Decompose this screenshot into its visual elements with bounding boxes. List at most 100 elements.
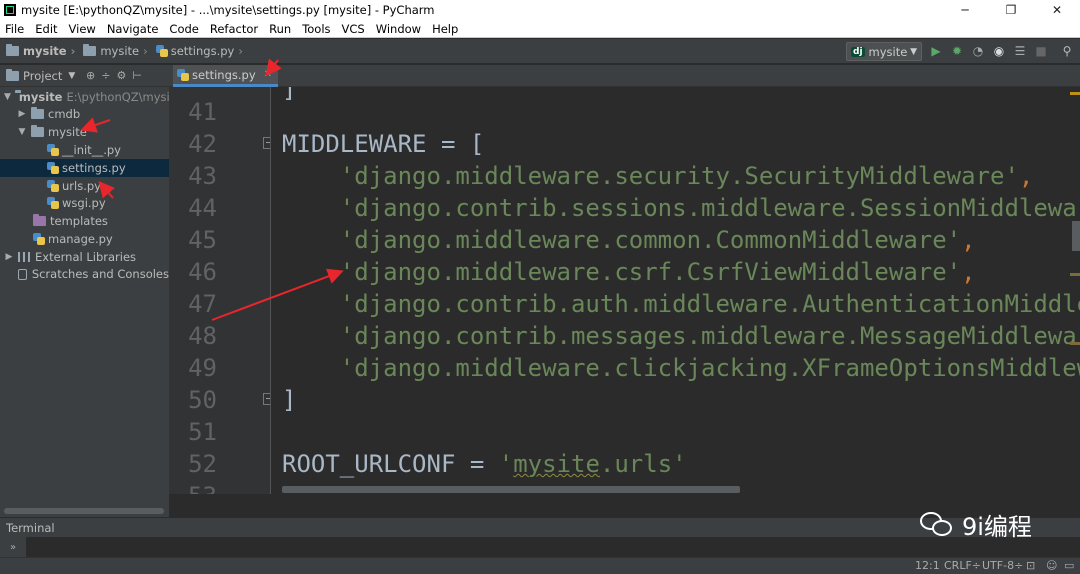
run-icon[interactable]: ▶ (929, 44, 943, 58)
code-line: ] (282, 87, 297, 103)
maximize-button[interactable]: ❐ (988, 0, 1034, 20)
event-log-icon[interactable]: ▭ (1064, 559, 1074, 572)
code-line: 'django.middleware.common.CommonMiddlewa… (282, 226, 976, 254)
tree-item-label: mysite (18, 90, 63, 104)
close-icon[interactable]: ✕ (264, 69, 272, 80)
tree-item-cmdb[interactable]: ▶ cmdb (0, 105, 169, 123)
fold-toggle-icon[interactable] (263, 393, 270, 405)
folder-icon (31, 107, 44, 119)
chevron-right-icon: › (70, 44, 76, 58)
tree-item-project-root[interactable]: ▼ mysite E:\pythonQZ\mysite (0, 88, 169, 106)
tab-settings[interactable]: settings.py ✕ (173, 65, 279, 87)
warning-marker[interactable] (1070, 92, 1080, 95)
search-icon[interactable]: ⚲ (1060, 44, 1074, 58)
chevron-right-icon: › (238, 44, 243, 58)
line-number: 49 (188, 354, 217, 382)
project-label: Project (23, 68, 63, 83)
fold-toggle-icon[interactable] (263, 137, 270, 149)
menu-refactor[interactable]: Refactor (205, 22, 264, 36)
templates-folder-icon (33, 214, 46, 226)
folder-icon (6, 44, 19, 56)
minimize-button[interactable]: ─ (942, 0, 988, 20)
tree-item-urls[interactable]: urls.py (0, 177, 169, 195)
folder-icon (83, 44, 97, 56)
wechat-logo-icon (920, 510, 954, 538)
project-tree: ▼ mysite E:\pythonQZ\mysite ▶ cmdb ▼ mys… (0, 87, 169, 505)
breadcrumb-label: settings.py (170, 44, 235, 58)
code-editor[interactable]: ] MIDDLEWARE = [ 'django.middleware.secu… (272, 87, 1080, 494)
run-configuration-select[interactable]: dj mysite ▼ (846, 42, 922, 61)
line-separator-select[interactable]: CRLF÷ (944, 559, 981, 572)
line-number: 53 (169, 482, 217, 494)
python-file-icon (155, 45, 168, 57)
tree-item-label: urls.py (62, 179, 101, 193)
lock-icon[interactable]: ⊡ (1026, 559, 1035, 572)
tree-item-scratches[interactable]: Scratches and Consoles (0, 265, 169, 283)
tree-item-label: cmdb (48, 107, 81, 121)
editor-vertical-scrollbar[interactable] (1072, 221, 1080, 251)
tree-item-settings[interactable]: settings.py (0, 159, 169, 177)
editor-horizontal-scrollbar[interactable] (282, 486, 740, 493)
build-icon[interactable]: ☰ (1013, 44, 1027, 58)
menu-help[interactable]: Help (427, 22, 464, 36)
debug-icon[interactable]: ✹ (950, 44, 964, 58)
menu-edit[interactable]: Edit (30, 22, 63, 36)
line-number: 50 (188, 386, 217, 414)
warning-marker[interactable] (1070, 342, 1080, 345)
terminal-panel-header: Terminal (0, 517, 1080, 537)
code-line: 'django.middleware.security.SecurityMidd… (282, 162, 1034, 190)
line-number: 48 (188, 322, 217, 350)
warning-marker[interactable] (1070, 273, 1080, 276)
tree-item-label: settings.py (62, 161, 126, 175)
menu-window[interactable]: Window (371, 22, 427, 36)
gear-icon[interactable]: ⚙ (116, 69, 126, 82)
menu-vcs[interactable]: VCS (337, 22, 371, 36)
project-view-select[interactable]: Project ▼ (6, 68, 75, 83)
scrollbar-thumb[interactable] (4, 508, 164, 514)
scratches-icon (18, 268, 27, 280)
folder-icon (6, 68, 19, 81)
hide-panel-icon[interactable]: ⊢ (132, 69, 142, 82)
project-horizontal-scrollbar[interactable] (0, 505, 169, 517)
encoding-select[interactable]: UTF-8÷ (982, 559, 1023, 572)
stop-icon[interactable]: ■ (1034, 44, 1048, 58)
coverage-icon[interactable]: ◔ (971, 44, 985, 58)
tree-item-init[interactable]: __init__.py (0, 141, 169, 159)
collapse-all-icon[interactable]: ÷ (101, 69, 110, 82)
menu-bar: File Edit View Navigate Code Refactor Ru… (0, 20, 1080, 38)
profile-icon[interactable]: ◉ (992, 44, 1006, 58)
watermark-text: 9i编程 (962, 512, 1032, 541)
menu-code[interactable]: Code (164, 22, 204, 36)
tree-item-wsgi[interactable]: wsgi.py (0, 194, 169, 212)
breadcrumb-project[interactable]: mysite › (6, 44, 77, 58)
caret-position[interactable]: 12:1 (915, 559, 940, 572)
menu-tools[interactable]: Tools (297, 22, 336, 36)
menu-file[interactable]: File (0, 22, 30, 36)
code-line: 'django.contrib.sessions.middleware.Sess… (282, 194, 1080, 222)
folder-icon (31, 125, 44, 137)
close-button[interactable]: ✕ (1034, 0, 1080, 20)
django-icon: dj (851, 46, 865, 57)
tree-item-path: E:\pythonQZ\mysite (66, 90, 170, 104)
menu-navigate[interactable]: Navigate (102, 22, 165, 36)
run-configuration-label: mysite (868, 44, 908, 59)
inspector-icon[interactable]: ☺ (1046, 559, 1057, 572)
tree-item-external-libraries[interactable]: ▶ External Libraries (0, 248, 169, 266)
tree-item-manage[interactable]: manage.py (0, 230, 169, 248)
breadcrumb-file[interactable]: settings.py › (155, 44, 245, 58)
menu-view[interactable]: View (64, 22, 102, 36)
code-line: 'django.contrib.auth.middleware.Authenti… (282, 290, 1080, 318)
code-line: 'django.middleware.clickjacking.XFrameOp… (282, 354, 1080, 382)
title-bar: mysite [E:\pythonQZ\mysite] - ...\mysite… (0, 0, 1080, 20)
tree-item-templates[interactable]: templates (0, 212, 169, 230)
tree-item-mysite[interactable]: ▼ mysite (0, 123, 169, 141)
watermark: 9i编程 (920, 505, 1032, 543)
tab-terminal[interactable]: Terminal (6, 521, 55, 535)
breadcrumb-label: mysite (23, 44, 67, 58)
menu-run[interactable]: Run (264, 22, 297, 36)
scroll-from-source-icon[interactable]: ⊕ (86, 69, 95, 82)
status-bar: 12:1 CRLF÷ UTF-8÷ ⊡ ☺ ▭ (0, 557, 1080, 574)
terminal-panel[interactable]: » (0, 537, 1080, 557)
expand-icon[interactable]: » (0, 537, 26, 557)
breadcrumb-folder[interactable]: mysite › (83, 44, 149, 58)
